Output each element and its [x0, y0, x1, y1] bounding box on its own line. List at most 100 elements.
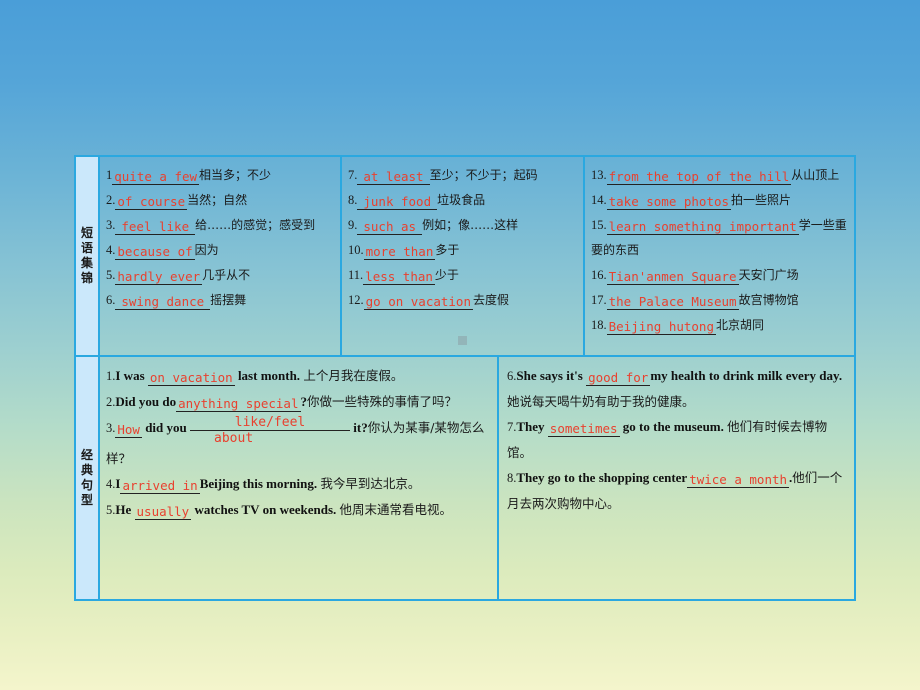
answer-blank[interactable]: usually [134, 504, 192, 520]
item-number: 13. [591, 168, 607, 182]
sentence-item: 8.They go to the shopping center twice a … [507, 465, 850, 516]
phrase-item: 9. such as 例如；像……这样 [348, 213, 579, 238]
phrase-column-1: 1 quite a few 相当多；不少 2. of course 当然；自然 3.… [100, 157, 342, 355]
answer-blank[interactable]: the Palace Museum [606, 294, 739, 310]
item-number: 3. [106, 218, 116, 232]
answer-blank[interactable]: hardly ever [115, 269, 203, 285]
answer-blank[interactable]: Beijing hutong [606, 319, 716, 335]
phrase-item: 17. the Palace Museum 故宫博物馆 [591, 288, 850, 313]
sentence-item: 7.They sometimes go to the museum. 他们有时候… [507, 414, 850, 465]
item-number: 7. [348, 168, 358, 182]
answer-blank[interactable]: anything special [176, 396, 301, 412]
phrases-content: 1 quite a few 相当多；不少 2. of course 当然；自然 3.… [100, 157, 854, 355]
phrase-column-2: 7. at least 至少；不少于；起码 8. junk food 垃圾食品 … [342, 157, 585, 355]
answer-blank[interactable]: because of [115, 244, 195, 260]
sentence-translation: 我今早到达北京。 [320, 476, 421, 491]
sentence-pre: He [115, 502, 135, 517]
answer-blank[interactable]: swing dance [115, 294, 211, 310]
table-row: 经典句型 1.I was on vacation last month. 上个月… [76, 357, 854, 599]
answer-blank[interactable]: sometimes [547, 421, 620, 437]
sentence-mid: did you [141, 420, 191, 435]
section-label-text: 短语集锦 [80, 226, 93, 285]
item-number: 14. [591, 193, 607, 207]
item-meaning: 因为 [194, 243, 219, 257]
sentence-item: 5.He usually watches TV on weekends. 他周末… [106, 497, 493, 523]
answer-blank[interactable]: How [115, 422, 142, 438]
item-number: 7. [507, 420, 517, 434]
phrase-item: 11. less than 少于 [348, 263, 579, 288]
answer-blank[interactable]: on vacation [147, 370, 235, 386]
answer-blank[interactable]: from the top of the hill [606, 169, 792, 185]
item-meaning: 摇摆舞 [210, 293, 247, 307]
sentence-item: 4.I arrived in Beijing this morning. 我今早到达… [106, 471, 493, 497]
answer-blank[interactable]: take some photos [606, 194, 732, 210]
item-meaning: 拍一些照片 [731, 193, 792, 207]
sentence-translation: 他周末通常看电视。 [339, 502, 453, 517]
sentence-post: go to the museum. [619, 419, 728, 434]
item-number: 6. [106, 293, 116, 307]
phrase-item: 8. junk food 垃圾食品 [348, 188, 579, 213]
item-number: 5. [106, 268, 116, 282]
item-meaning: 当然；自然 [187, 193, 248, 207]
phrase-item: 7. at least 至少；不少于；起码 [348, 163, 579, 188]
answer-blank[interactable]: feel like [115, 219, 196, 235]
phrase-item: 3. feel like 给……的感觉；感受到 [106, 213, 336, 238]
sentence-pre: They [516, 419, 548, 434]
answer-blank[interactable]: go on vacation [363, 294, 473, 310]
sentence-pre: I was [115, 368, 148, 383]
sentences-content: 1.I was on vacation last month. 上个月我在度假。… [100, 357, 854, 599]
stacked-answer-line1: like/feel [190, 415, 351, 431]
item-meaning: 相当多；不少 [199, 168, 272, 182]
answer-blank[interactable]: less than [363, 269, 435, 285]
answer-blank[interactable]: quite a few [112, 169, 200, 185]
sentence-pre: Did you do [115, 394, 177, 409]
item-number: 6. [507, 369, 517, 383]
sentence-post: last month. [234, 368, 304, 383]
sentence-translation: 你做一些特殊的事情了吗？ [307, 394, 458, 409]
stacked-answer-blank[interactable]: like/feel about [190, 415, 351, 446]
answer-blank[interactable]: of course [115, 194, 188, 210]
sentence-column-left: 1.I was on vacation last month. 上个月我在度假。… [100, 357, 499, 599]
item-meaning: 去度假 [472, 293, 509, 307]
section-label-text: 经典句型 [80, 448, 93, 507]
item-meaning: 故宫博物馆 [738, 293, 799, 307]
item-meaning: 垃圾食品 [437, 193, 486, 207]
phrase-item: 13. from the top of the hill 从山顶上 [591, 163, 850, 188]
answer-blank[interactable]: twice a month [687, 472, 790, 488]
sentence-pre: They go to the shopping center [516, 470, 688, 485]
item-number: 12. [348, 293, 364, 307]
phrase-item: 12. go on vacation 去度假 [348, 288, 579, 313]
item-meaning: 至少；不少于；起码 [429, 168, 538, 182]
item-number: 15. [591, 218, 607, 232]
answer-blank[interactable]: junk food [357, 194, 438, 210]
item-number: 8. [348, 193, 358, 207]
sentence-item: 3. How did you like/feel about it?你认为某事/某… [106, 415, 493, 471]
item-number: 1. [106, 369, 116, 383]
sentence-column-right: 6.She says it's good for my health to dr… [499, 357, 854, 599]
answer-blank[interactable]: learn something important [606, 219, 799, 235]
phrase-item: 14. take some photos 拍一些照片 [591, 188, 850, 213]
sentence-item: 1.I was on vacation last month. 上个月我在度假。 [106, 363, 493, 389]
item-meaning: 北京胡同 [715, 318, 764, 332]
item-meaning: 例如；像……这样 [422, 218, 519, 232]
answer-blank[interactable]: arrived in [120, 478, 200, 494]
item-number: 16. [591, 268, 607, 282]
item-meaning: 天安门广场 [738, 268, 799, 282]
answer-blank[interactable]: Tian'anmen Square [606, 269, 739, 285]
phrase-item: 6. swing dance 摇摆舞 [106, 288, 336, 313]
table-row: 短语集锦 1 quite a few 相当多；不少 2. of course 当然；… [76, 157, 854, 357]
answer-blank[interactable]: at least [357, 169, 430, 185]
answer-blank[interactable]: such as [357, 219, 423, 235]
phrase-item: 2. of course 当然；自然 [106, 188, 336, 213]
sentence-translation: 她说每天喝牛奶有助于我的健康。 [507, 394, 695, 409]
answer-blank[interactable]: good for [586, 370, 651, 386]
sentence-post: it? [350, 420, 368, 435]
phrase-item: 1 quite a few 相当多；不少 [106, 163, 336, 188]
item-number: 11. [348, 268, 364, 282]
sentence-post: my health to drink milk every day. [650, 368, 843, 383]
answer-blank[interactable]: more than [363, 244, 436, 260]
sentence-item: 6.She says it's good for my health to dr… [507, 363, 850, 414]
sentence-pre: She says it's [516, 368, 587, 383]
item-number: 5. [106, 503, 116, 517]
item-number: 18. [591, 318, 607, 332]
